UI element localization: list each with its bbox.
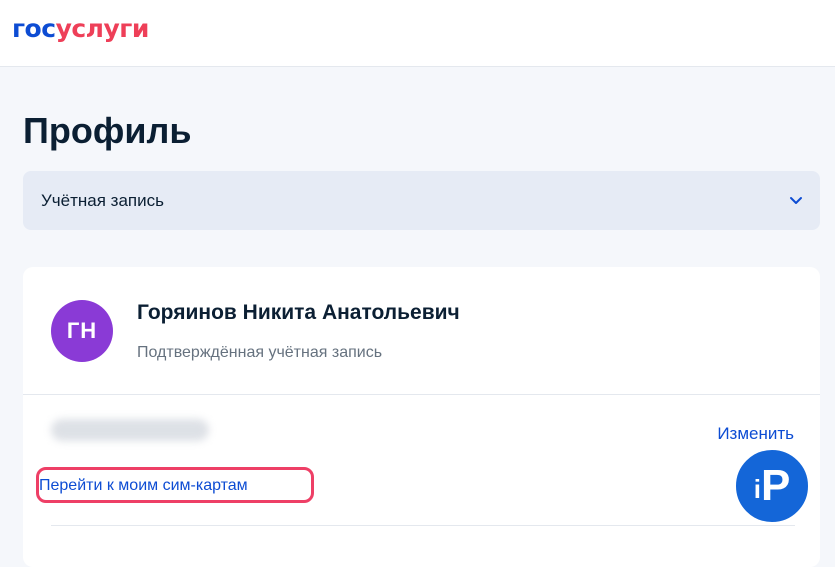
card-divider-bottom <box>51 525 795 526</box>
go-to-sim-cards-link[interactable]: Перейти к моим сим-картам <box>39 477 248 495</box>
logo-part-gos: гос <box>12 14 56 43</box>
account-status: Подтверждённая учётная запись <box>137 344 383 361</box>
logo-part-uslugi: услуги <box>55 14 150 43</box>
watermark-letter-i: i <box>753 473 761 504</box>
ip-watermark-logo: iP <box>733 447 811 525</box>
avatar: ГН <box>51 300 113 362</box>
user-full-name: Горяинов Никита Анатольевич <box>137 301 460 324</box>
top-header: госуслуги <box>0 0 835 67</box>
edit-phone-link[interactable]: Изменить <box>717 424 794 444</box>
phone-number-blurred <box>51 419 209 441</box>
profile-card: ГН Горяинов Никита Анатольевич Подтвержд… <box>23 267 820 567</box>
chevron-down-icon <box>790 197 802 204</box>
account-type-select-label: Учётная запись <box>41 191 164 210</box>
account-type-select[interactable]: Учётная запись <box>23 171 820 230</box>
gosuslugi-logo[interactable]: госуслуги <box>12 14 149 43</box>
page-title: Профиль <box>23 110 192 151</box>
card-divider <box>23 394 820 395</box>
watermark-letter-p: P <box>760 461 791 510</box>
